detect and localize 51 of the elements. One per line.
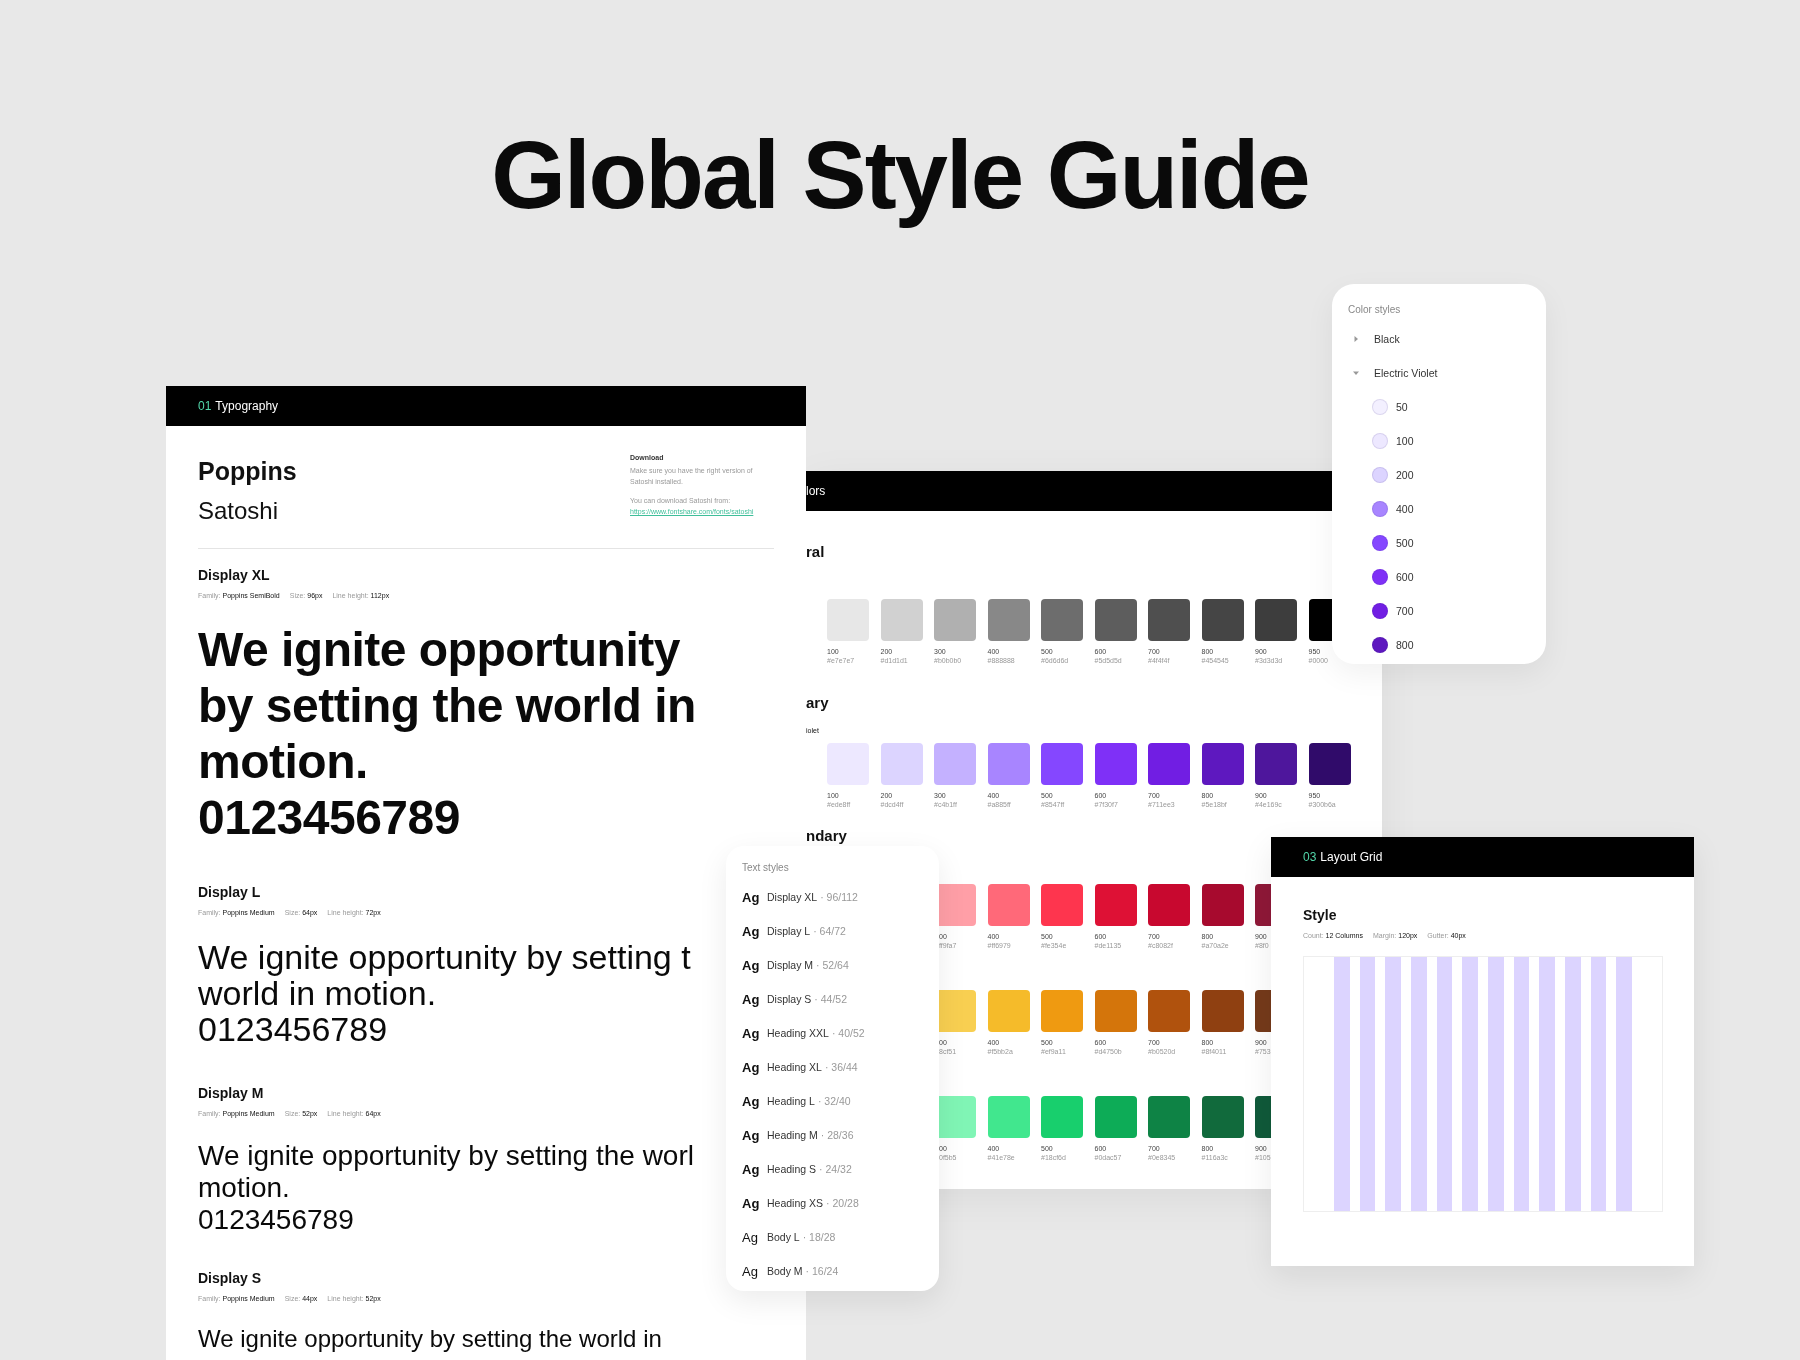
- sample-text: motion.: [198, 1172, 290, 1204]
- sample-text: 0123456789: [198, 790, 460, 846]
- color-style-item[interactable]: 500: [1348, 526, 1546, 560]
- style-name: Display XL: [198, 567, 270, 583]
- text-style-item[interactable]: Ag Heading L · 32/40: [742, 1084, 939, 1118]
- text-style-item[interactable]: Ag Body L · 18/28: [742, 1220, 939, 1254]
- color-style-item[interactable]: 600: [1348, 560, 1546, 594]
- text-style-item[interactable]: Ag Display L · 64/72: [742, 914, 939, 948]
- section-title: ary: [806, 694, 830, 711]
- section-number: 03: [1303, 850, 1317, 864]
- panel-title: lors: [806, 484, 826, 498]
- text-style-item[interactable]: Ag Heading M · 28/36: [742, 1118, 939, 1152]
- font-name: Poppins: [198, 456, 297, 487]
- color-group[interactable]: Electric Violet: [1348, 356, 1546, 390]
- sample-text: We ignite opportunity by setting the world in: [198, 1325, 662, 1353]
- panel-title: Layout Grid: [1320, 850, 1383, 864]
- color-style-item[interactable]: 50: [1348, 390, 1546, 424]
- style-name: Style: [1303, 907, 1338, 923]
- section-title: ndary: [806, 827, 848, 844]
- sample-text: 0123456789: [198, 1011, 388, 1047]
- sample-text: We ignite opportunity by setting t: [198, 939, 691, 975]
- panel-title: Typography: [215, 399, 279, 413]
- section-title: ral: [806, 543, 826, 560]
- panel-title: Color styles: [1348, 303, 1402, 317]
- text-style-item[interactable]: Ag Display S · 44/52: [742, 982, 939, 1016]
- sample-text: We ignite opportunity: [198, 622, 680, 678]
- color-style-item[interactable]: 800: [1348, 628, 1546, 662]
- text-style-item[interactable]: Ag Display M · 52/64: [742, 948, 939, 982]
- sample-text: world in motion.: [198, 975, 437, 1011]
- sample-text: motion.: [198, 734, 368, 790]
- sample-text: 0123456789: [198, 1204, 354, 1236]
- style-name: Display L: [198, 884, 261, 900]
- color-style-item[interactable]: 400: [1348, 492, 1546, 526]
- text-style-item[interactable]: Ag Heading XL · 36/44: [742, 1050, 939, 1084]
- font-name: Satoshi: [198, 496, 280, 526]
- sample-text: We ignite opportunity by setting the worl: [198, 1140, 694, 1172]
- text-style-item[interactable]: Ag Heading XXL · 40/52: [742, 1016, 939, 1050]
- color-style-item[interactable]: 100: [1348, 424, 1546, 458]
- section-number: 01: [198, 399, 212, 413]
- text-style-item[interactable]: Ag Heading S · 24/32: [742, 1152, 939, 1186]
- color-style-item[interactable]: 700: [1348, 594, 1546, 628]
- color-group[interactable]: Black: [1348, 322, 1546, 356]
- panel-title: Text styles: [742, 861, 790, 875]
- sample-text: by setting the world in: [198, 678, 696, 734]
- text-style-item[interactable]: Ag Heading XS · 20/28: [742, 1186, 939, 1220]
- color-style-item[interactable]: 200: [1348, 458, 1546, 492]
- text-style-item[interactable]: Ag Display XL · 96/112: [742, 880, 939, 914]
- page-title: Global Style Guide: [490, 120, 1310, 228]
- style-name: Display S: [198, 1270, 262, 1286]
- style-name: Display M: [198, 1085, 264, 1101]
- text-style-item[interactable]: Ag Body M · 16/24: [742, 1254, 939, 1288]
